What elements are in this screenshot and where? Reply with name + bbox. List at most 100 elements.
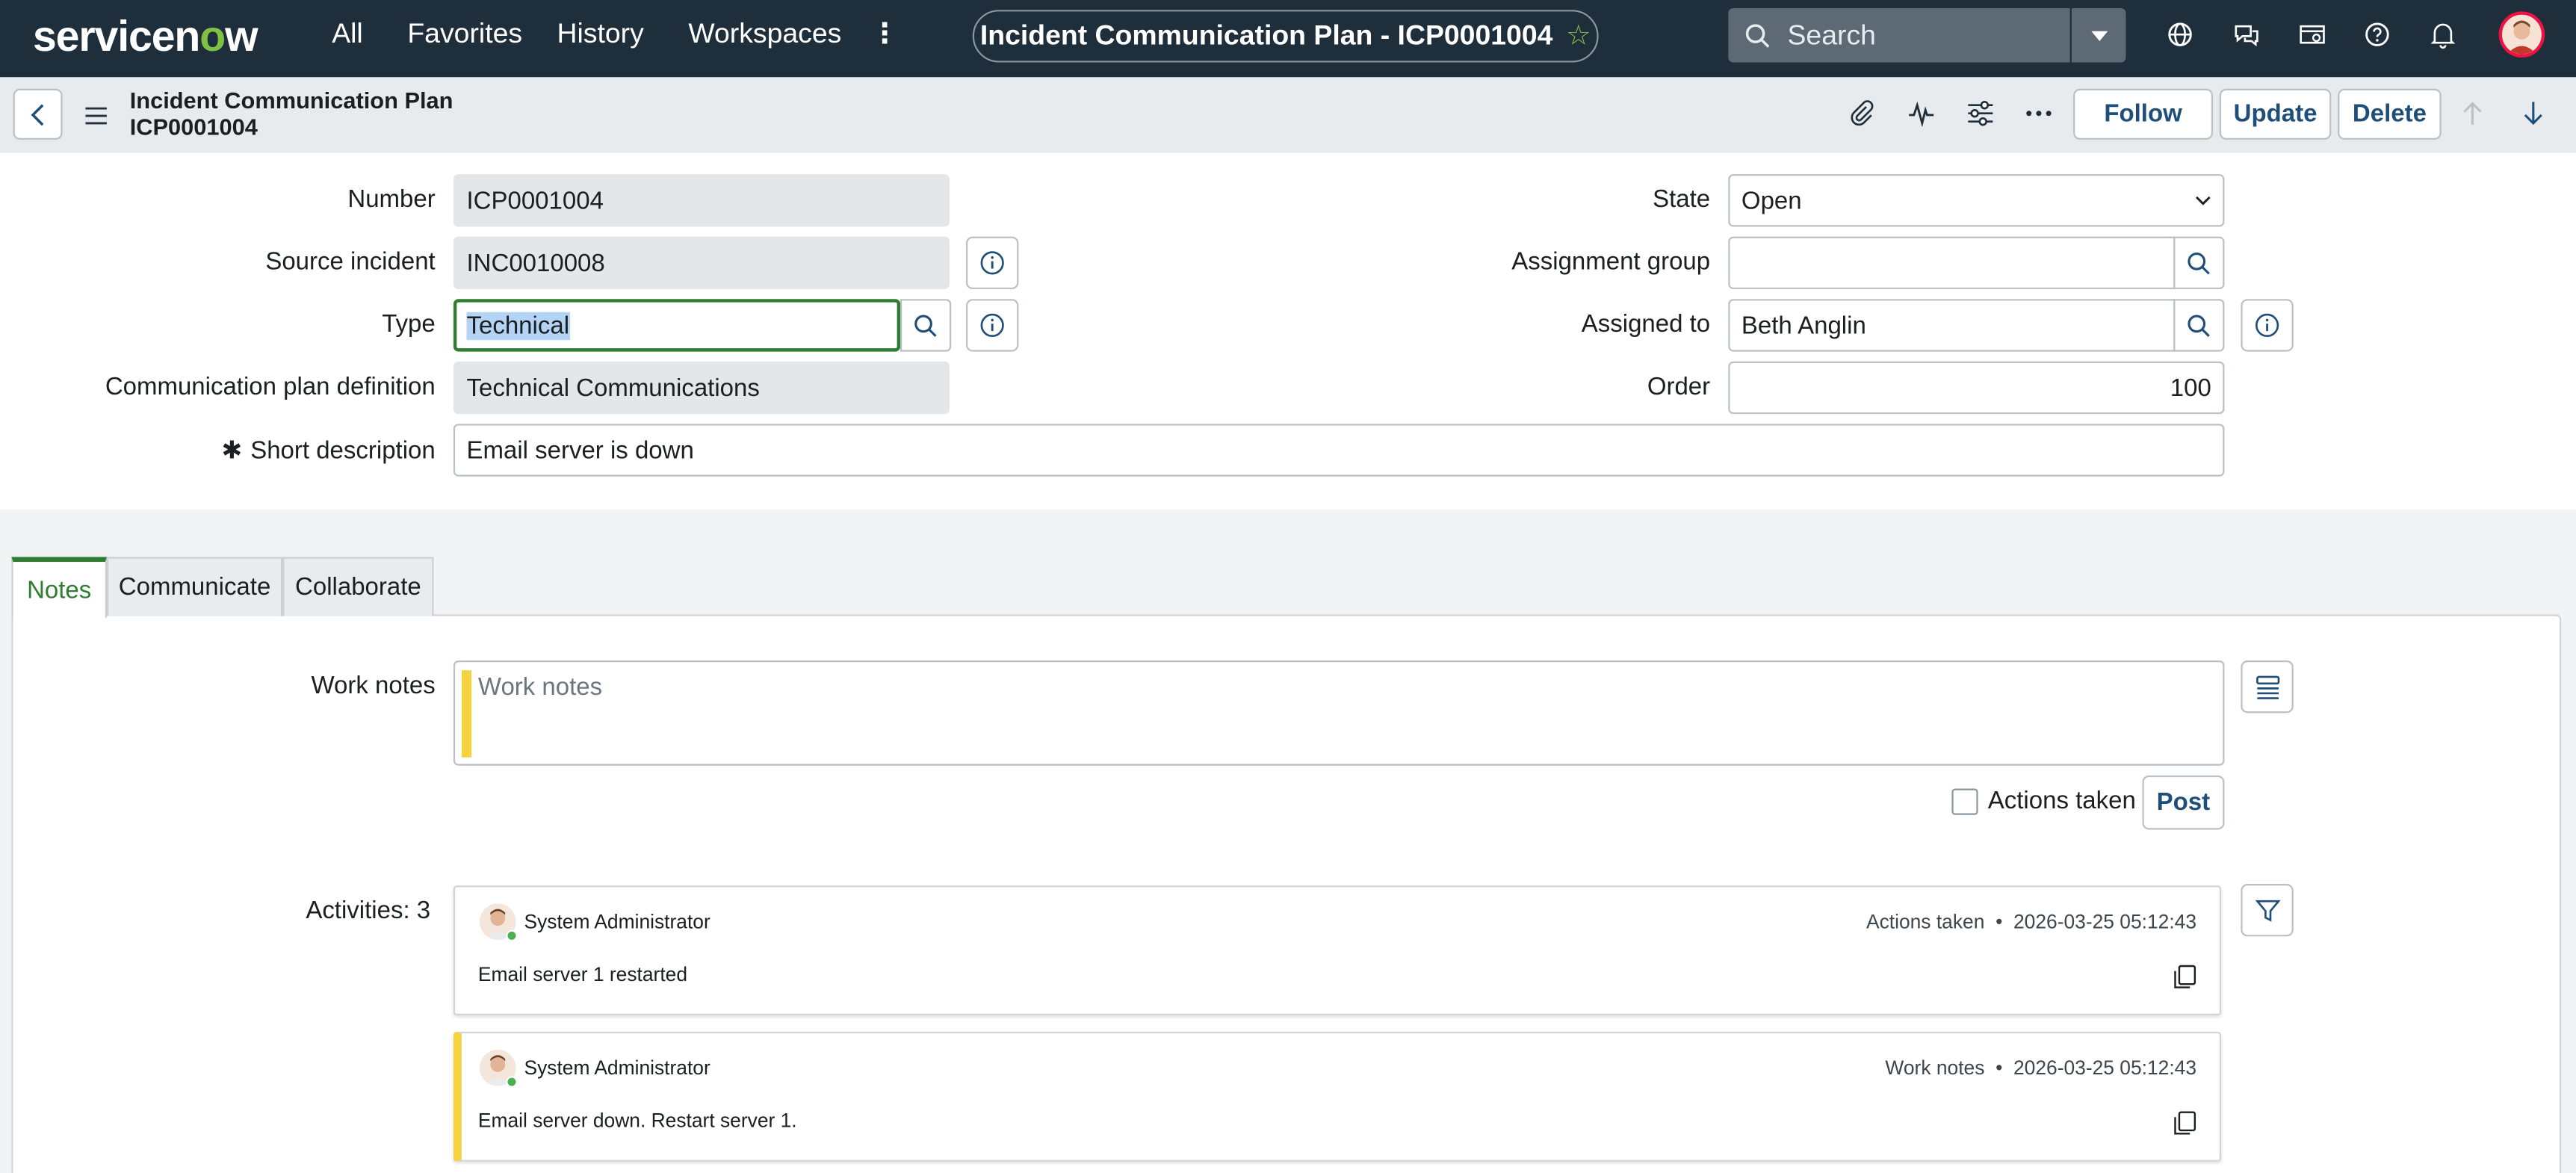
record-header: Incident Communication Plan ICP0001004 F… xyxy=(0,77,2576,153)
short-description-label: ✱ Short description xyxy=(0,436,436,465)
activity-meta: Work notes • 2026-03-25 05:12:43 xyxy=(1885,1056,2197,1080)
nav-history[interactable]: History xyxy=(557,18,643,51)
type-lookup-button[interactable] xyxy=(900,299,952,352)
copy-icon[interactable] xyxy=(2173,965,2196,997)
source-incident-info-button[interactable] xyxy=(966,236,1019,290)
post-button[interactable]: Post xyxy=(2142,775,2225,830)
follow-button[interactable]: Follow xyxy=(2073,88,2214,140)
search-icon xyxy=(2188,314,2210,336)
type-value: Technical xyxy=(466,311,570,340)
activities-label: Activities: 3 xyxy=(306,897,431,926)
servicenow-logo[interactable]: servicenow xyxy=(33,11,258,62)
record-title: Incident Communication Plan ICP0001004 xyxy=(130,87,453,140)
state-select[interactable]: Open xyxy=(1728,174,2225,227)
logo-text-end: w xyxy=(225,11,258,61)
chevron-left-icon xyxy=(31,103,44,126)
more-options-icon[interactable] xyxy=(2024,99,2054,129)
info-icon xyxy=(2255,313,2279,338)
tab-notes[interactable]: Notes xyxy=(11,557,107,618)
type-label: Type xyxy=(382,310,436,338)
nav-more-icon[interactable]: ⋮ xyxy=(870,18,898,51)
assigned-to-lookup-button[interactable] xyxy=(2173,299,2225,352)
star-icon[interactable]: ☆ xyxy=(1566,19,1591,52)
nav-workspaces[interactable]: Workspaces xyxy=(688,18,841,51)
search-scope-dropdown[interactable] xyxy=(2071,7,2126,63)
previous-record-arrow-icon[interactable] xyxy=(2458,99,2488,129)
tab-collaborate[interactable]: Collaborate xyxy=(282,557,434,616)
stacked-list-icon xyxy=(2255,675,2279,699)
search-icon xyxy=(1745,23,1770,47)
actions-taken-label: Actions taken xyxy=(1987,787,2136,815)
state-label: State xyxy=(1653,185,1711,214)
plan-definition-label: Communication plan definition xyxy=(105,373,436,401)
order-label: Order xyxy=(1647,373,1711,401)
assigned-to-info-button[interactable] xyxy=(2241,299,2294,352)
caret-down-icon xyxy=(2090,30,2108,40)
activity-time: 2026-03-25 05:12:43 xyxy=(2013,910,2197,934)
notifications-bell-icon[interactable] xyxy=(2428,19,2458,49)
globe-icon[interactable] xyxy=(2165,19,2195,49)
info-icon xyxy=(980,313,1004,338)
nav-favorites[interactable]: Favorites xyxy=(407,18,522,51)
help-icon[interactable] xyxy=(2362,19,2392,49)
activity-card: System Administrator Actions taken • 202… xyxy=(453,885,2222,1015)
form-menu-icon[interactable] xyxy=(85,104,107,134)
filter-funnel-icon xyxy=(2255,899,2280,921)
online-status-dot xyxy=(506,929,518,942)
type-field[interactable]: Technical xyxy=(453,299,901,352)
info-icon xyxy=(980,251,1004,275)
logo-text: servicen xyxy=(32,11,200,61)
workspace-icon[interactable] xyxy=(2297,19,2326,49)
assignment-group-field[interactable] xyxy=(1728,236,2176,290)
number-field[interactable]: ICP0001004 xyxy=(453,174,950,227)
chevron-down-icon xyxy=(2196,196,2211,205)
assigned-to-field[interactable]: Beth Anglin xyxy=(1728,299,2176,352)
context-title-text: Incident Communication Plan - ICP0001004 xyxy=(979,19,1553,52)
activity-user: System Administrator xyxy=(524,1056,710,1080)
attachment-paperclip-icon[interactable] xyxy=(1847,99,1877,129)
search-icon xyxy=(914,314,937,336)
copy-icon[interactable] xyxy=(2173,1111,2196,1144)
source-incident-field[interactable]: INC0010008 xyxy=(453,236,950,290)
activity-message: Email server 1 restarted xyxy=(477,962,688,986)
work-notes-indicator xyxy=(461,670,472,758)
record-title-line1: Incident Communication Plan xyxy=(129,87,453,114)
activity-time: 2026-03-25 05:12:43 xyxy=(2013,1056,2197,1080)
record-title-line2: ICP0001004 xyxy=(129,113,258,140)
activity-filter-button[interactable] xyxy=(2241,884,2294,937)
logo-o: o xyxy=(199,11,226,61)
actions-taken-checkbox[interactable] xyxy=(1951,788,1978,815)
activity-card: System Administrator Work notes • 2026-0… xyxy=(453,1031,2222,1162)
type-info-button[interactable] xyxy=(966,299,1019,352)
plan-definition-field[interactable]: Technical Communications xyxy=(453,361,950,415)
short-description-field[interactable]: Email server is down xyxy=(453,424,2225,477)
activity-meta: Actions taken • 2026-03-25 05:12:43 xyxy=(1866,910,2197,934)
top-navigation: servicenow All Favorites History Workspa… xyxy=(0,0,2576,78)
activity-type: Actions taken xyxy=(1866,910,1985,934)
context-title[interactable]: Incident Communication Plan - ICP0001004… xyxy=(972,10,1599,63)
journal-fields-button[interactable] xyxy=(2241,660,2294,714)
source-incident-label: Source incident xyxy=(265,248,436,276)
next-record-arrow-icon[interactable] xyxy=(2518,99,2548,129)
nav-all[interactable]: All xyxy=(332,18,363,51)
chat-icon[interactable] xyxy=(2231,19,2261,49)
assignment-group-lookup-button[interactable] xyxy=(2173,236,2225,290)
personalize-sliders-icon[interactable] xyxy=(1965,99,1995,129)
short-description-label-text: Short description xyxy=(250,436,436,465)
user-avatar[interactable] xyxy=(2498,11,2545,58)
assignment-group-label: Assignment group xyxy=(1511,248,1711,276)
activity-message: Email server down. Restart server 1. xyxy=(477,1109,797,1133)
delete-button[interactable]: Delete xyxy=(2338,88,2442,140)
work-notes-textarea[interactable]: Work notes xyxy=(453,660,2225,766)
update-button[interactable]: Update xyxy=(2219,88,2332,140)
tab-communicate[interactable]: Communicate xyxy=(106,557,283,616)
state-value: Open xyxy=(1741,186,1802,214)
activity-pulse-icon[interactable] xyxy=(1906,99,1936,129)
search-icon xyxy=(2188,251,2210,274)
activity-user: System Administrator xyxy=(524,910,710,934)
back-button[interactable] xyxy=(13,88,63,140)
assigned-to-label: Assigned to xyxy=(1581,310,1711,338)
order-field[interactable]: 100 xyxy=(1728,361,2225,415)
global-search-input[interactable]: Search xyxy=(1728,7,2070,63)
number-label: Number xyxy=(347,185,436,214)
